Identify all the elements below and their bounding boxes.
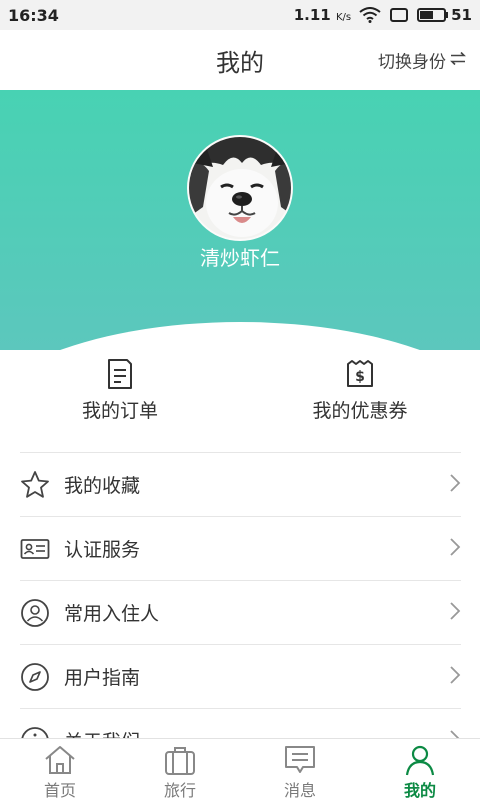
status-time: 16:34	[8, 5, 59, 25]
hero-curve	[0, 322, 480, 350]
svg-text:$: $	[355, 369, 365, 385]
switch-identity-label: 切换身份	[378, 52, 446, 73]
menu-list: 我的收藏 认证服务 常用入住人 用户指南	[20, 452, 461, 772]
menu-item-label: 用户指南	[64, 667, 141, 689]
chevron-right-icon	[449, 601, 461, 625]
compass-icon	[20, 662, 50, 692]
home-icon	[43, 744, 77, 780]
user-icon	[403, 744, 437, 780]
person-icon	[20, 598, 50, 628]
quick-actions: 我的订单 $ 我的优惠券	[0, 350, 480, 440]
menu-item-frequent-guests[interactable]: 常用入住人	[20, 580, 461, 644]
page-title: 我的	[216, 48, 264, 77]
nav-mine-label: 我的	[403, 781, 436, 800]
order-icon	[105, 358, 135, 394]
menu-item-label: 常用入住人	[64, 603, 160, 625]
battery-level: 51	[451, 6, 472, 24]
menu-item-user-guide[interactable]: 用户指南	[20, 644, 461, 708]
chevron-right-icon	[449, 537, 461, 561]
status-indicators: 1.11 K/s 51	[294, 6, 472, 24]
nav-travel-label: 旅行	[163, 781, 196, 800]
status-bar: 16:34 1.11 K/s 51	[0, 0, 480, 30]
app-header: 我的 切换身份	[0, 30, 480, 90]
my-coupons-label: 我的优惠券	[312, 400, 408, 422]
menu-item-label: 认证服务	[64, 539, 141, 561]
bottom-nav: 首页 旅行 消息 我的	[0, 738, 480, 800]
profile-page: 16:34 1.11 K/s 51 我的 切换身份 清炒虾仁 我的订单 $ 我的…	[0, 0, 480, 800]
nav-mine[interactable]: 我的	[360, 739, 480, 800]
menu-item-verification[interactable]: 认证服务	[20, 516, 461, 580]
username[interactable]: 清炒虾仁	[0, 242, 480, 271]
nav-travel[interactable]: 旅行	[120, 739, 240, 800]
switch-identity-button[interactable]: 切换身份	[378, 48, 466, 73]
battery-icon: 51	[417, 6, 472, 24]
chevron-right-icon	[449, 665, 461, 689]
star-icon	[20, 470, 50, 500]
nav-messages[interactable]: 消息	[240, 739, 360, 800]
wifi-icon	[359, 7, 381, 23]
chevron-right-icon	[449, 473, 461, 497]
net-speed: 1.11 K/s	[293, 6, 352, 24]
my-orders-label: 我的订单	[81, 400, 158, 422]
screen-icon	[389, 7, 409, 23]
message-icon	[283, 744, 317, 780]
nav-home[interactable]: 首页	[0, 739, 120, 800]
my-orders-button[interactable]: 我的订单	[0, 350, 240, 440]
my-coupons-button[interactable]: $ 我的优惠券	[240, 350, 480, 440]
suitcase-icon	[163, 744, 197, 780]
nav-home-label: 首页	[43, 781, 76, 800]
profile-hero: 清炒虾仁	[0, 90, 480, 350]
avatar[interactable]	[187, 135, 293, 241]
coupon-icon: $	[344, 358, 376, 394]
menu-item-label: 我的收藏	[64, 475, 141, 497]
nav-messages-label: 消息	[283, 781, 316, 800]
id-card-icon	[20, 534, 50, 564]
menu-item-favorites[interactable]: 我的收藏	[20, 452, 461, 516]
swap-icon	[450, 50, 466, 70]
husky-avatar-image	[189, 137, 291, 239]
